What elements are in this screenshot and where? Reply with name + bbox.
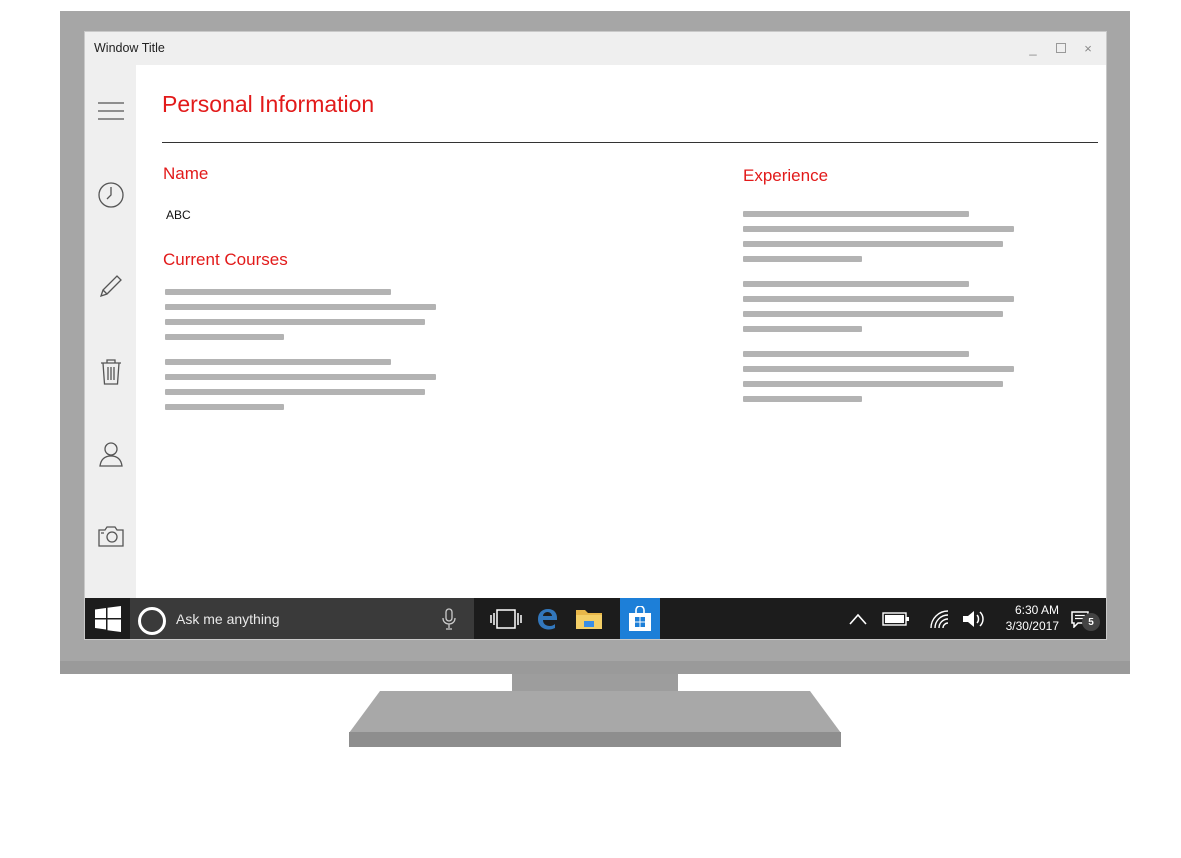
clock[interactable]: 6:30 AM 3/30/2017 (995, 602, 1059, 634)
monitor-stand (349, 691, 841, 733)
volume-button[interactable] (961, 598, 989, 639)
placeholder-line (743, 211, 969, 217)
taskbar: Ask me anything 6:30 AM 3/30/2017 5 (85, 598, 1106, 639)
minimize-button[interactable]: _ (1023, 38, 1043, 58)
placeholder-line (743, 296, 1014, 302)
page-title: Personal Information (162, 91, 375, 117)
placeholder-line (743, 256, 862, 262)
camera-icon (98, 526, 124, 547)
cortana-icon[interactable] (138, 607, 166, 635)
placeholder-line (165, 289, 391, 295)
battery-icon (882, 612, 909, 626)
placeholder-line (743, 241, 1003, 247)
edge-button[interactable] (533, 598, 561, 639)
task-view-button[interactable] (487, 598, 525, 639)
screen: Window Title _ × Personal Information Na… (84, 31, 1107, 640)
pencil-icon (99, 275, 122, 298)
courses-label: Current Courses (163, 250, 288, 269)
edge-browser-icon (538, 609, 557, 630)
chevron-up-icon (849, 613, 867, 625)
monitor-chin (60, 661, 1130, 674)
notification-badge: 5 (1082, 613, 1100, 631)
battery-button[interactable] (881, 598, 911, 639)
sidebar-item-edit[interactable] (95, 270, 127, 302)
placeholder-line (165, 359, 391, 365)
placeholder-line (165, 304, 436, 310)
sidebar-item-history[interactable] (95, 179, 127, 211)
main-content: Personal Information Name ABC Current Co… (136, 65, 1106, 639)
title-divider (162, 142, 1098, 143)
placeholder-line (743, 311, 1003, 317)
person-icon (99, 442, 123, 467)
folder-icon (576, 610, 602, 629)
placeholder-line (165, 404, 284, 410)
sidebar (85, 65, 136, 639)
microphone-icon[interactable] (442, 608, 456, 630)
placeholder-line (165, 334, 284, 340)
window-title: Window Title (94, 41, 165, 55)
placeholder-line (743, 396, 862, 402)
speaker-icon (963, 611, 984, 627)
close-icon: × (1084, 40, 1092, 56)
maximize-button[interactable] (1051, 38, 1071, 58)
maximize-icon (1056, 43, 1066, 53)
placeholder-line (743, 381, 1003, 387)
name-value: ABC (166, 208, 191, 222)
file-explorer-button[interactable] (573, 598, 605, 639)
sidebar-item-delete[interactable] (95, 356, 127, 388)
placeholder-line (165, 389, 425, 395)
title-bar: Window Title _ × (85, 32, 1106, 65)
store-button[interactable] (620, 598, 660, 639)
hamburger-icon (98, 102, 124, 120)
placeholder-line (743, 281, 969, 287)
monitor-stand-base (349, 732, 841, 747)
placeholder-line (165, 319, 425, 325)
clock-time: 6:30 AM (1014, 603, 1059, 617)
network-button[interactable] (927, 598, 953, 639)
windows-logo-icon (94, 606, 121, 632)
start-button[interactable] (85, 598, 130, 639)
sidebar-item-camera[interactable] (95, 520, 127, 552)
experience-label: Experience (743, 166, 829, 185)
task-view-icon (490, 609, 522, 629)
placeholder-line (743, 326, 862, 332)
wifi-icon (930, 610, 949, 629)
minimize-icon: _ (1029, 40, 1037, 56)
show-hidden-icons-button[interactable] (847, 598, 869, 639)
placeholder-line (743, 226, 1014, 232)
store-bag-icon (629, 606, 651, 631)
sidebar-item-profile[interactable] (95, 438, 127, 470)
trash-icon (101, 359, 121, 385)
clock-icon (98, 182, 124, 208)
clock-date: 3/30/2017 (1005, 619, 1059, 633)
search-box[interactable]: Ask me anything (130, 598, 474, 639)
search-placeholder: Ask me anything (176, 611, 280, 627)
close-button[interactable]: × (1078, 38, 1098, 58)
sidebar-item-menu[interactable] (95, 95, 127, 127)
placeholder-line (165, 374, 436, 380)
placeholder-line (743, 351, 969, 357)
placeholder-line (743, 366, 1014, 372)
name-label: Name (163, 164, 209, 183)
